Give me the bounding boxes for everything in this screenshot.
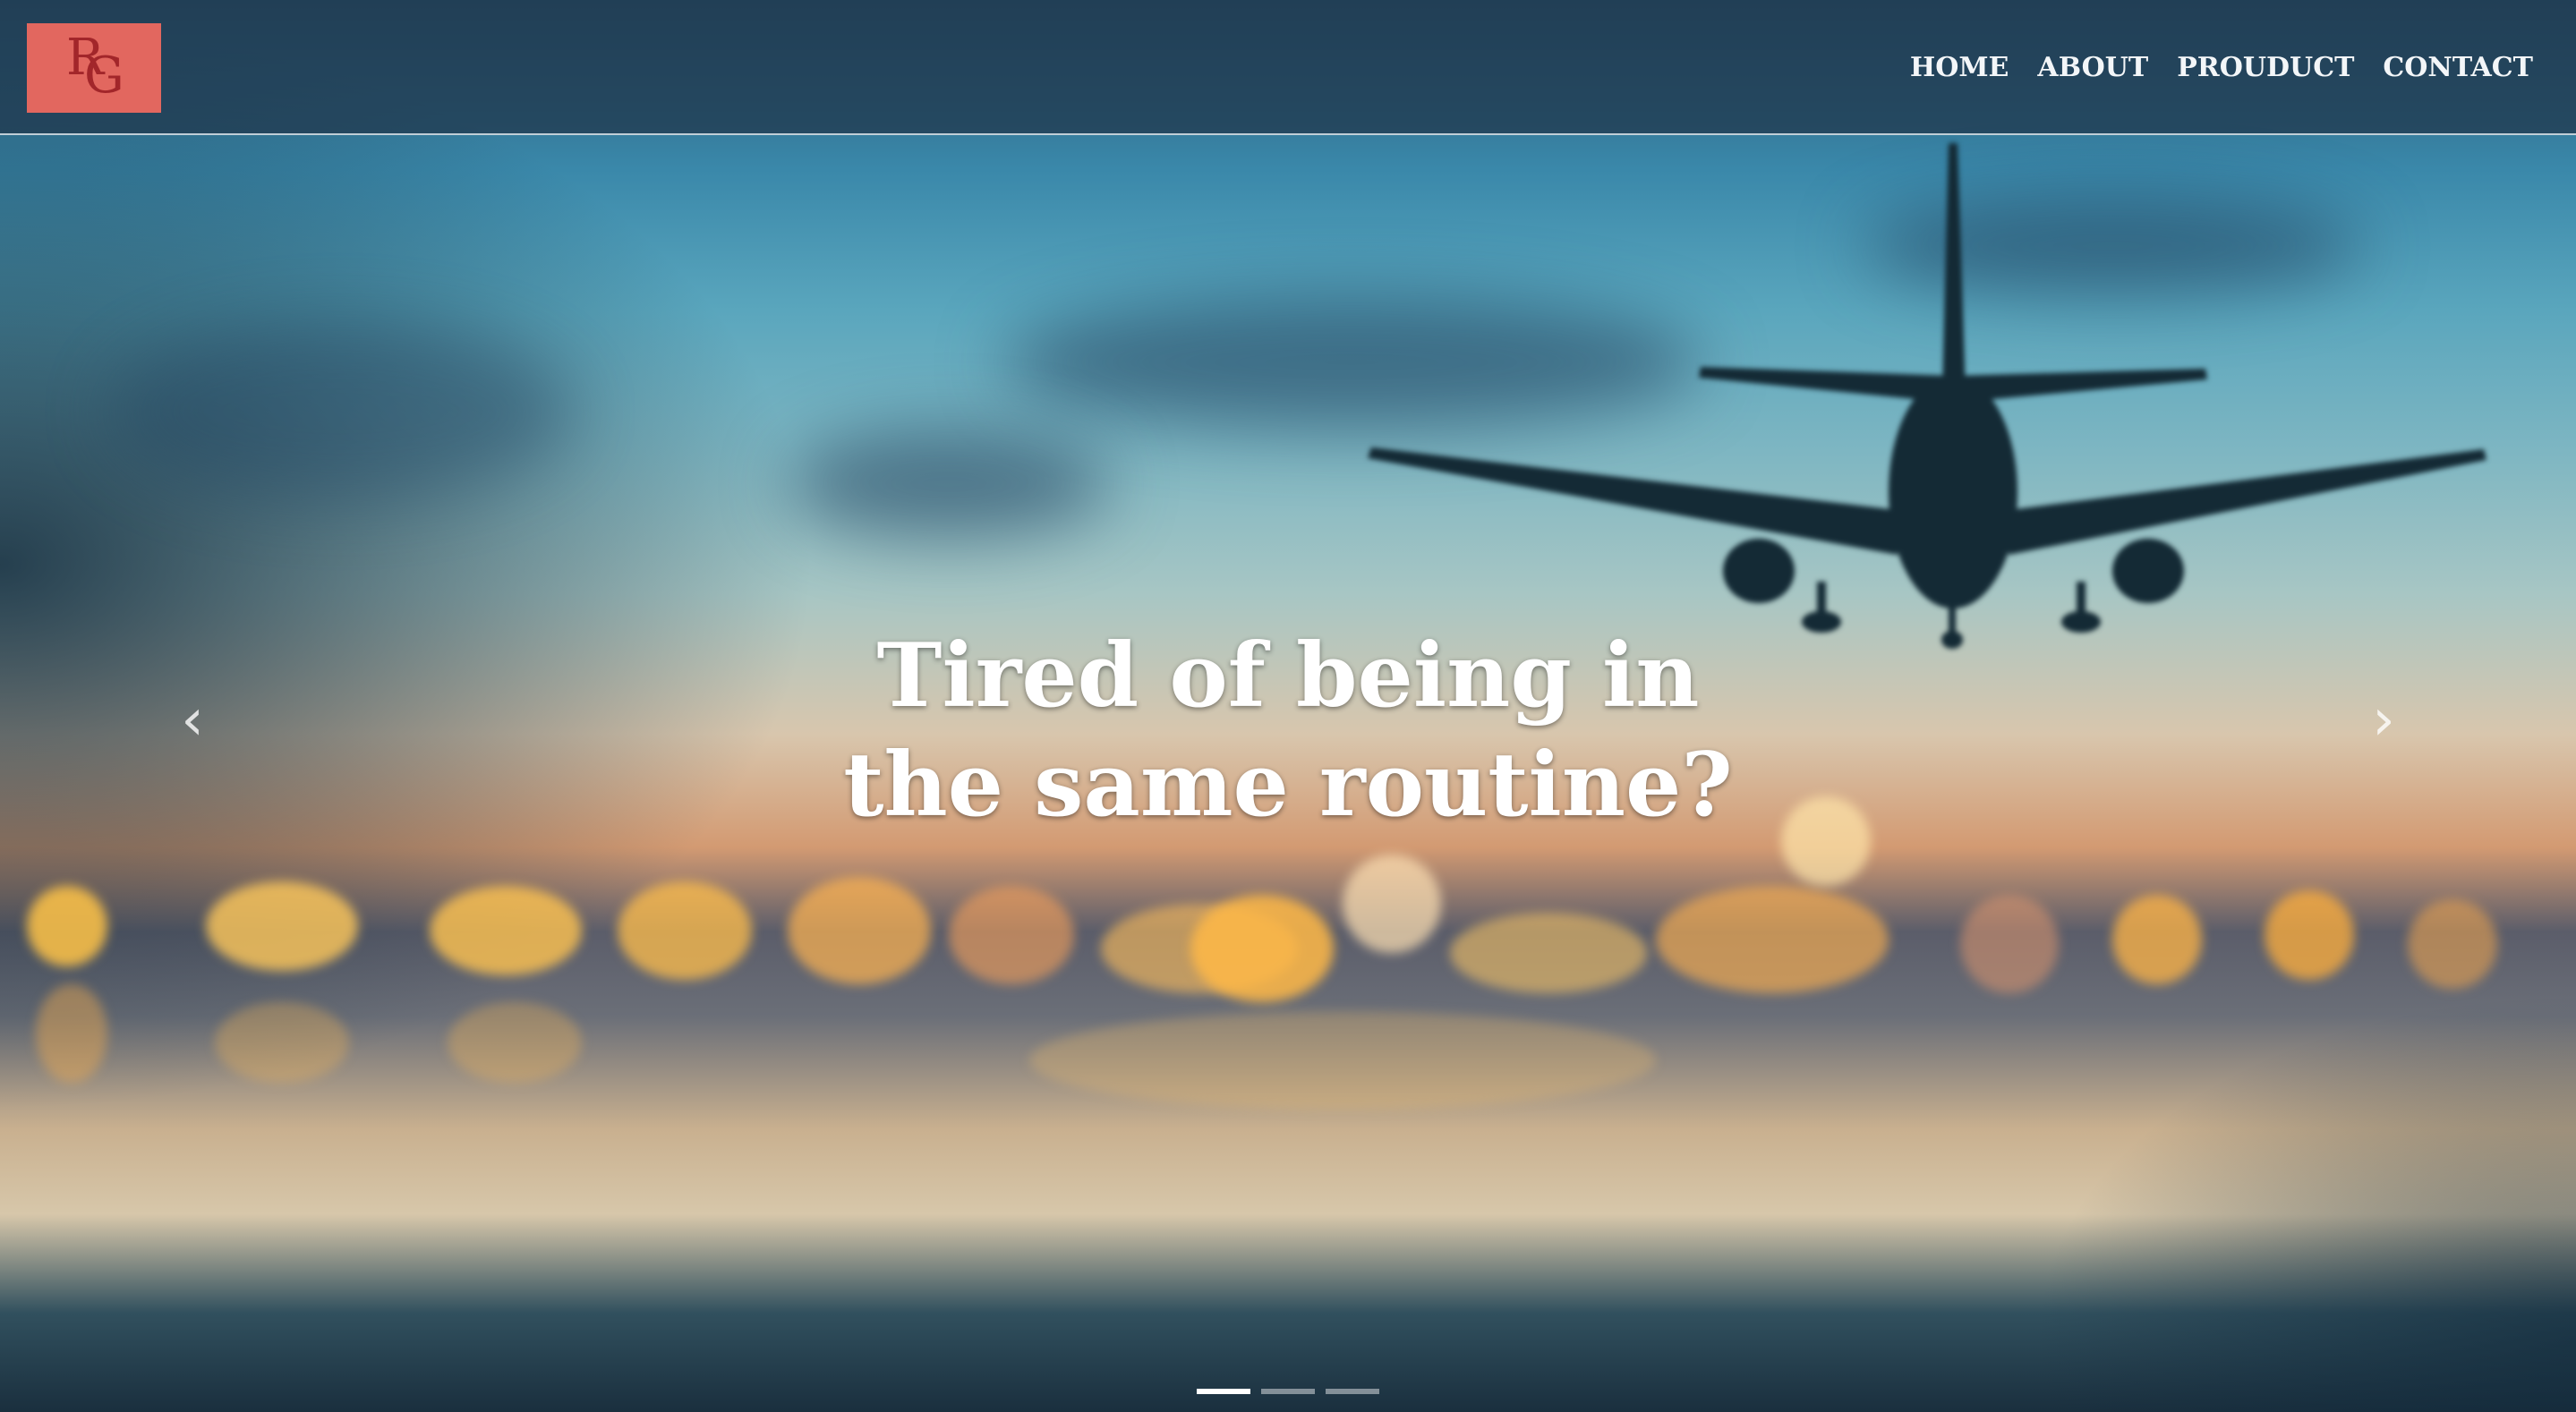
bokeh-light [2408,899,2497,989]
hero-headline-line-2: the same routine? [843,734,1733,837]
bokeh-light [1656,886,1889,993]
bokeh-light [215,1002,349,1083]
nav-item-contact[interactable]: CONTACT [2383,52,2533,83]
bokeh-light [430,886,582,975]
bokeh-light [36,984,107,1083]
hero-headline-line-1: Tired of being in [876,625,1700,727]
main-nav-menu: HOME ABOUT PROUDUCT CONTACT [1910,52,2533,83]
bokeh-light [1029,1011,1656,1110]
chevron-right-icon: › [2372,687,2395,753]
bokeh-light [949,886,1074,984]
bokeh-light [2112,895,2202,984]
nav-item-about[interactable]: ABOUT [2037,52,2148,83]
bokeh-light [206,881,358,971]
bokeh-light [1343,855,1441,953]
carousel-indicator-1[interactable] [1197,1389,1250,1394]
carousel-indicator-3[interactable] [1326,1389,1379,1394]
bokeh-light [2265,890,2354,980]
airplane-silhouette [1368,143,2486,649]
logo-letter-g: G [84,47,124,105]
cloud-shape [788,430,1110,537]
carousel-prev-button[interactable]: ‹ [161,687,224,753]
nav-item-product[interactable]: PROUDUCT [2177,52,2354,83]
cloud-shape [107,322,573,501]
bokeh-lights [0,796,2576,1208]
nav-item-home[interactable]: HOME [1910,52,2009,83]
top-navbar: R G HOME ABOUT PROUDUCT CONTACT [0,0,2576,135]
brand-logo[interactable]: R G [27,23,161,113]
hero-headline: Tired of being in the same routine? [0,622,2576,840]
carousel-indicator-2[interactable] [1261,1389,1315,1394]
carousel-indicators [0,1389,2576,1394]
bokeh-light [27,886,107,966]
carousel-next-button[interactable]: › [2352,687,2415,753]
bokeh-light [1960,895,2059,993]
landing-page: R G HOME ABOUT PROUDUCT CONTACT Tired of… [0,0,2576,1412]
bokeh-light [618,881,752,980]
logo-monogram: R G [63,29,125,105]
bokeh-light [1190,895,1334,1002]
bokeh-light [788,877,931,984]
bokeh-light [448,1002,582,1083]
bokeh-light [1450,913,1647,993]
chevron-left-icon: ‹ [181,687,204,753]
